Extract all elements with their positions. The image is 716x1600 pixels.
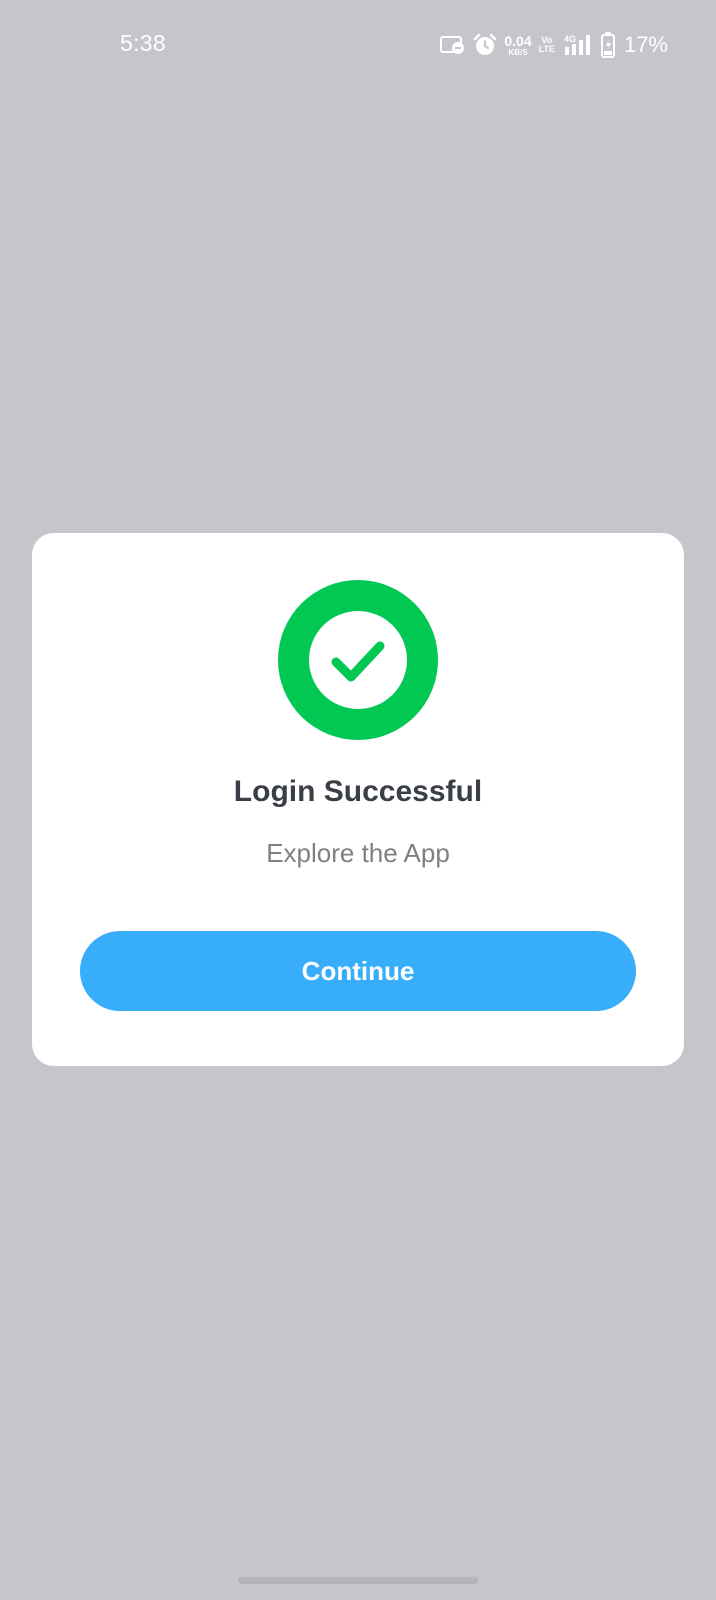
signal-icon: 4G <box>562 33 594 57</box>
svg-text:4G: 4G <box>564 34 576 44</box>
check-circle-icon <box>278 580 438 740</box>
network-speed-unit: KB/S <box>508 47 528 57</box>
alarm-icon <box>473 33 497 57</box>
continue-button[interactable]: Continue <box>80 931 636 1011</box>
cast-icon <box>440 35 466 55</box>
network-speed-value: 0.04 <box>504 32 532 49</box>
volte-indicator: Vo LTE <box>539 36 555 54</box>
dialog-title: Login Successful <box>233 775 483 808</box>
battery-charging-icon <box>600 32 615 58</box>
network-speed: 0.04 KB/S <box>504 34 531 57</box>
status-time: 5:38 <box>120 30 166 56</box>
status-icons: 0.04 KB/S Vo LTE 4G 17% <box>440 30 668 60</box>
battery-percent: 17% <box>623 32 668 57</box>
volte-bottom-label: LTE <box>538 44 555 54</box>
login-success-dialog: Login Successful Explore the App Continu… <box>32 533 684 1066</box>
status-bar: 5:38 0.04 KB/S Vo LTE 4G 17% <box>0 0 716 92</box>
home-indicator[interactable] <box>238 1577 478 1584</box>
dialog-subtitle: Explore the App <box>266 838 450 868</box>
